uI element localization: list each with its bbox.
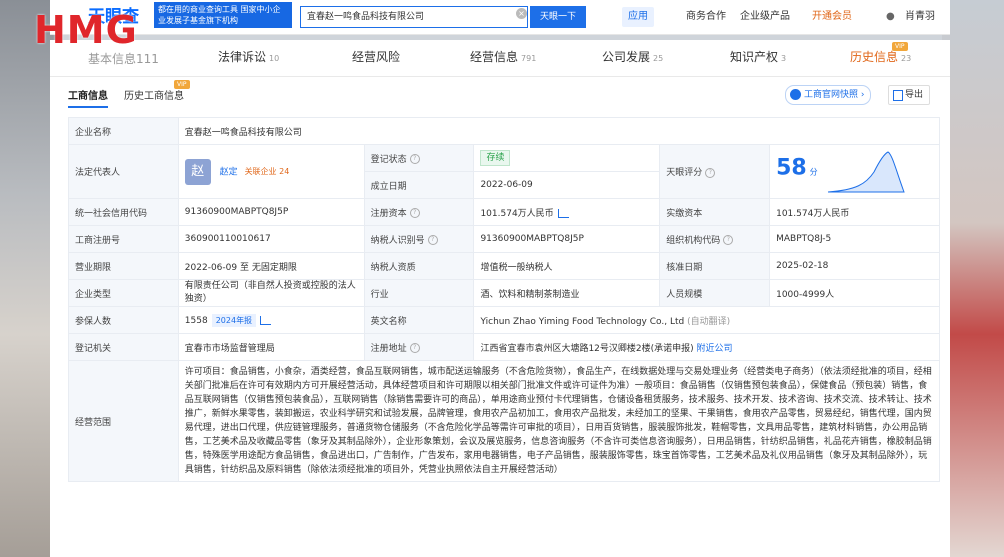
bell-icon[interactable]: ● — [886, 7, 895, 27]
gov-icon — [790, 89, 801, 100]
status-badge: 存续 — [480, 150, 511, 166]
content-panel: 工商信息 历史工商信息 VIP 工商官网快照 › 导出 企业名称 宜春赵一鸣食品… — [50, 77, 950, 557]
nav-business[interactable]: 商务合作 — [686, 7, 726, 27]
score-value: 58 — [776, 155, 807, 180]
help-icon: ? — [427, 235, 438, 245]
value-address: 江西省宜春市袁州区大塘路12号汉卿楼2楼(承诺申报) 附近公司 — [473, 333, 940, 361]
value-tax-id: 91360900MABPTQ8J5P — [473, 225, 661, 253]
nav-membership[interactable]: 开通会员 — [812, 7, 852, 27]
vip-badge: VIP — [892, 42, 908, 51]
value-staff: 1000-4999人 — [769, 279, 940, 307]
nav-app-menu[interactable]: 应用 — [622, 7, 654, 27]
brand-slogan: 都在用的商业查询工具 国家中小企业发展子基金旗下机构 — [154, 2, 292, 28]
label-found-date: 成立日期 — [363, 171, 475, 199]
label-approve-date: 核准日期 — [659, 252, 771, 280]
user-name[interactable]: 肖青羽 — [905, 7, 935, 27]
label-org-code: 组织机构代码? — [659, 225, 771, 253]
value-org-code: MABPTQ8J-5 — [769, 225, 940, 253]
trend-icon[interactable] — [260, 315, 272, 325]
label-reg-no: 工商注册号 — [68, 225, 179, 253]
value-status: 存续 — [473, 144, 661, 172]
label-scope: 经营范围 — [68, 360, 179, 482]
label-paid-capital: 实缴资本 — [659, 198, 771, 226]
main-tabs: 基本信息111 法律诉讼 10 经营风险 经营信息 791 公司发展 25 知识产权 3… — [50, 40, 950, 77]
photo-background-right — [942, 0, 1004, 557]
label-tax-id: 纳税人识别号? — [363, 225, 475, 253]
label-reg-capital: 注册资本? — [363, 198, 475, 226]
legal-rep-avatar: 赵 — [184, 158, 211, 185]
label-credit-code: 统一社会信用代码 — [68, 198, 179, 226]
search-input[interactable]: 宜春赵一鸣食品科技有限公司 — [300, 6, 528, 28]
tab-operation[interactable]: 经营信息 791 — [470, 48, 536, 65]
annual-report-tag[interactable]: 2024年报 — [211, 313, 257, 327]
label-term: 营业期限 — [68, 252, 179, 280]
label-score: 天眼评分? — [659, 144, 771, 199]
value-found-date: 2022-06-09 — [473, 171, 661, 199]
score-trend-chart — [828, 150, 906, 192]
label-company-name: 企业名称 — [68, 117, 179, 145]
value-legal-rep: 赵 赵定 关联企业 24 — [177, 144, 365, 199]
value-reg-capital: 101.574万人民币 — [473, 198, 661, 226]
label-en-name: 英文名称 — [363, 306, 475, 334]
nearby-company-link[interactable]: 附近公司 — [697, 344, 733, 354]
subtab-business-info[interactable]: 工商信息 — [68, 87, 108, 108]
help-icon: ? — [409, 154, 420, 164]
value-term: 2022-06-09 至 无固定期限 — [177, 252, 365, 280]
label-industry: 行业 — [363, 279, 475, 307]
subtab-history-business[interactable]: 历史工商信息 — [124, 87, 184, 102]
help-icon: ? — [409, 343, 420, 353]
help-icon: ? — [723, 235, 734, 245]
label-staff: 人员规模 — [659, 279, 771, 307]
clear-icon[interactable]: × — [516, 8, 527, 19]
value-approve-date: 2025-02-18 — [769, 252, 940, 280]
nav-enterprise[interactable]: 企业级产品 — [740, 7, 790, 27]
tab-legal[interactable]: 法律诉讼 10 — [218, 48, 279, 65]
legal-rep-link[interactable]: 赵定 — [220, 167, 238, 177]
value-en-name: Yichun Zhao Yiming Food Technology Co., … — [473, 306, 940, 334]
business-info-table: 企业名称 宜春赵一鸣食品科技有限公司 法定代表人 赵 赵定 关联企业 24 登记… — [68, 117, 941, 482]
export-icon — [893, 90, 903, 101]
value-type: 有限责任公司（非自然人投资或控股的法人独资） — [177, 279, 365, 307]
value-company-name: 宜春赵一鸣食品科技有限公司 — [177, 117, 941, 145]
value-reg-no: 360900110010617 — [177, 225, 365, 253]
label-type: 企业类型 — [68, 279, 179, 307]
label-authority: 登记机关 — [68, 333, 179, 361]
value-credit-code: 91360900MABPTQ8J5P — [177, 198, 365, 226]
label-tax-qual: 纳税人资质 — [363, 252, 475, 280]
search-button[interactable]: 天眼一下 — [530, 6, 586, 28]
value-insured: 1558 2024年报 — [177, 306, 365, 334]
value-authority: 宜春市市场监督管理局 — [177, 333, 365, 361]
value-tax-qual: 增值税一般纳税人 — [473, 252, 661, 280]
tab-ip[interactable]: 知识产权 3 — [730, 48, 786, 65]
tab-basic-info[interactable]: 基本信息111 — [88, 50, 159, 67]
value-scope: 许可项目：食品销售，小食杂，酒类经营，食品互联网销售，城市配送运输服务（不含危险… — [177, 360, 941, 482]
value-industry: 酒、饮料和精制茶制造业 — [473, 279, 661, 307]
help-icon: ? — [705, 167, 716, 178]
label-status: 登记状态? — [363, 144, 475, 172]
gov-snapshot-button[interactable]: 工商官网快照 › — [785, 85, 872, 105]
value-paid-capital: 101.574万人民币 — [769, 198, 940, 226]
export-button[interactable]: 导出 — [888, 85, 931, 105]
label-address: 注册地址? — [363, 333, 475, 361]
vip-badge-subtab: VIP — [174, 80, 190, 89]
top-bar: 天眼查 都在用的商业查询工具 国家中小企业发展子基金旗下机构 宜春赵一鸣食品科技… — [50, 0, 950, 35]
tab-development[interactable]: 公司发展 25 — [602, 48, 663, 65]
tab-risk[interactable]: 经营风险 — [352, 48, 400, 65]
label-legal-rep: 法定代表人 — [68, 144, 179, 199]
value-score[interactable]: 58 分 — [769, 144, 940, 199]
trend-icon[interactable] — [557, 208, 569, 218]
score-unit: 分 — [809, 167, 818, 176]
related-company-tag[interactable]: 关联企业 24 — [245, 166, 290, 177]
help-icon: ? — [409, 208, 420, 218]
watermark-logo: HMG — [34, 8, 138, 52]
label-insured: 参保人数 — [68, 306, 179, 334]
